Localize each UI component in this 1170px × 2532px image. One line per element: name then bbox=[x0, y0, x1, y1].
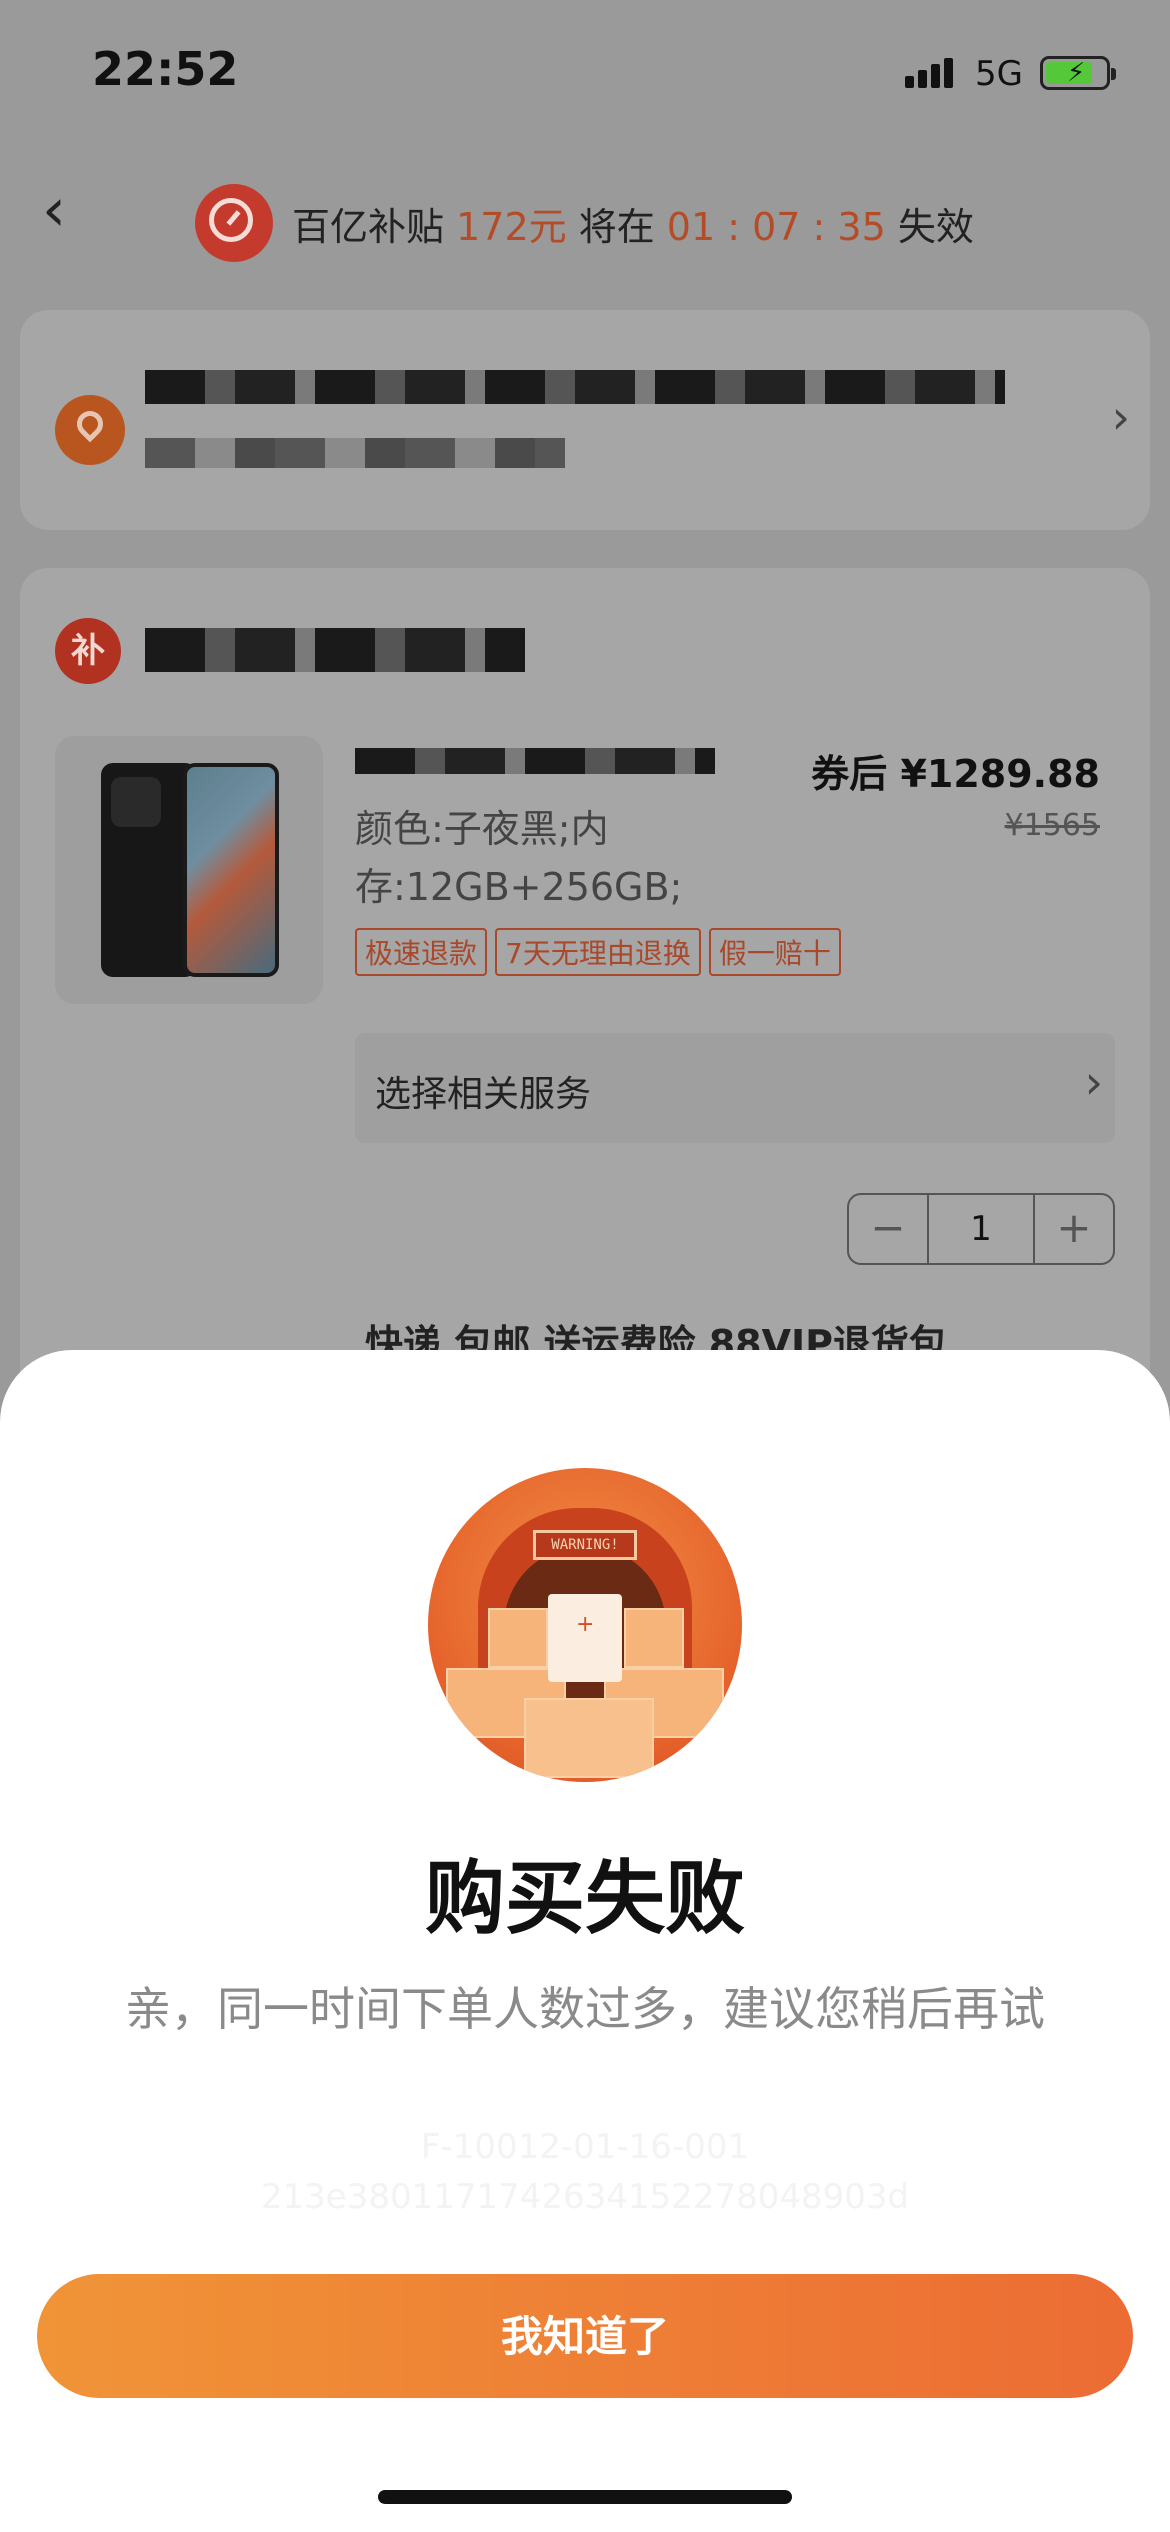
address-card[interactable]: › bbox=[20, 310, 1150, 530]
phone-front-image bbox=[183, 763, 279, 977]
top-bar: ‹ 百亿补贴 172元 将在 01 : 07 : 35 失效 bbox=[0, 170, 1170, 280]
decrease-button[interactable]: − bbox=[849, 1195, 929, 1263]
back-chevron-icon[interactable]: ‹ bbox=[42, 180, 66, 240]
countdown-timer: 01 : 07 : 35 bbox=[666, 205, 886, 249]
error-code-line1: F-10012-01-16-001 bbox=[420, 2127, 750, 2167]
purchase-failed-sheet: WARNING! 购买失败 亲，同一时间下单人数过多，建议您稍后再试 F-100… bbox=[0, 1350, 1170, 2532]
home-indicator bbox=[378, 2490, 792, 2504]
tag-7-day-return: 7天无理由退换 bbox=[495, 928, 701, 976]
product-price: 券后 ¥1289.88 bbox=[811, 743, 1100, 798]
error-code: F-10012-01-16-001 213e380117174263415227… bbox=[0, 2122, 1170, 2222]
banner-suffix: 失效 bbox=[885, 205, 974, 249]
banner-prefix: 百亿补贴 bbox=[292, 205, 457, 249]
price-label: 券后 bbox=[811, 752, 901, 796]
order-card: 补 券后 ¥1289.88 ¥1565 颜色:子夜黑;内存:12GB+256GB… bbox=[20, 568, 1150, 1468]
status-time: 22:52 bbox=[92, 42, 239, 96]
shop-badge-icon: 补 bbox=[55, 618, 121, 684]
banner-middle: 将在 bbox=[566, 205, 667, 249]
select-service-label: 选择相关服务 bbox=[375, 1074, 592, 1115]
chevron-right-icon: › bbox=[1111, 390, 1130, 444]
quantity-stepper: − 1 + bbox=[847, 1193, 1115, 1265]
redacted-shop-name bbox=[145, 628, 525, 672]
dialog-title: 购买失败 bbox=[425, 1852, 745, 1945]
signal-icon bbox=[905, 58, 957, 88]
service-tags: 极速退款 7天无理由退换 假一赔十 bbox=[355, 928, 849, 976]
select-service-row[interactable]: 选择相关服务 › bbox=[355, 1033, 1115, 1143]
subsidy-countdown-banner: 百亿补贴 172元 将在 01 : 07 : 35 失效 bbox=[292, 196, 974, 251]
status-bar: 22:52 5G ⚡ bbox=[0, 0, 1170, 140]
warning-truck-illustration-icon: WARNING! bbox=[428, 1468, 742, 1782]
warning-sign: WARNING! bbox=[533, 1530, 637, 1560]
redacted-product-title bbox=[355, 748, 715, 774]
product-image[interactable] bbox=[55, 736, 323, 1004]
network-type: 5G bbox=[975, 54, 1023, 94]
increase-button[interactable]: + bbox=[1033, 1195, 1113, 1263]
battery-icon: ⚡ bbox=[1040, 56, 1116, 90]
redacted-address bbox=[145, 438, 565, 468]
original-price: ¥1565 bbox=[1004, 808, 1100, 843]
quantity-value[interactable]: 1 bbox=[927, 1195, 1035, 1263]
confirm-button[interactable]: 我知道了 bbox=[37, 2274, 1133, 2398]
tag-fast-refund: 极速退款 bbox=[355, 928, 488, 976]
price-value: ¥1289.88 bbox=[900, 752, 1100, 796]
subsidy-amount: 172元 bbox=[456, 205, 567, 249]
timer-icon bbox=[195, 184, 273, 262]
product-spec[interactable]: 颜色:子夜黑;内存:12GB+256GB; bbox=[355, 800, 685, 916]
tag-fake-compensation: 假一赔十 bbox=[708, 928, 841, 976]
error-code-line2: 213e3801171742634152278048903d bbox=[260, 2177, 910, 2217]
chevron-right-icon: › bbox=[1084, 1055, 1103, 1109]
redacted-recipient bbox=[145, 370, 1005, 404]
dialog-message: 亲，同一时间下单人数过多，建议您稍后再试 bbox=[125, 1982, 1045, 2036]
location-pin-icon bbox=[55, 395, 125, 465]
